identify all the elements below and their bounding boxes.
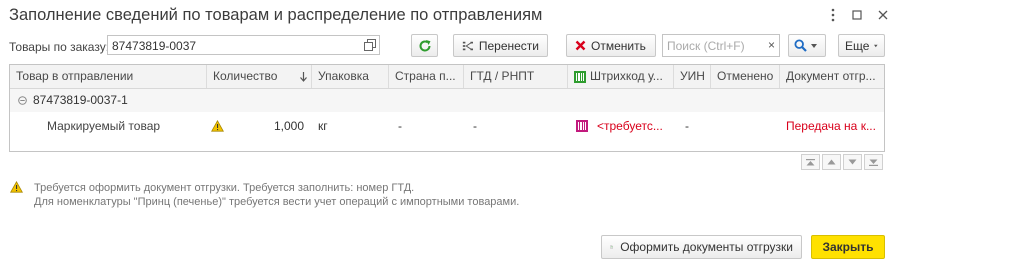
refresh-icon	[419, 39, 430, 51]
table-group-row[interactable]: 87473819-0037-1	[10, 89, 884, 112]
table-row[interactable]: Маркируемый товар 1,000 кг - - <требуетс…	[10, 115, 884, 138]
nav-first-button[interactable]	[801, 154, 820, 170]
message-line-2: Для номенклатуры "Принц (печенье)" требу…	[34, 196, 520, 208]
chevron-down-icon	[811, 43, 817, 48]
chevron-down-icon	[874, 44, 878, 47]
package-cell: кг	[318, 119, 328, 133]
transfer-button[interactable]: Перенести	[453, 34, 548, 57]
sort-down-icon	[300, 72, 307, 82]
col-document[interactable]: Документ отгр...	[780, 65, 884, 88]
cancel-label: Отменить	[591, 38, 646, 53]
goods-table[interactable]: Товар в отправлении Количество Упаковка …	[9, 64, 885, 152]
first-icon	[806, 158, 815, 165]
clear-search-icon[interactable]: ×	[768, 38, 775, 52]
barcode-status-icon	[576, 115, 588, 138]
cancel-x-icon	[575, 40, 586, 51]
goods-cell: Маркируемый товар	[47, 119, 161, 133]
col-country[interactable]: Страна п...	[389, 65, 464, 88]
message-line-1: Требуется оформить документ отгрузки. Тр…	[34, 182, 415, 194]
country-cell: -	[398, 119, 402, 133]
group-name: 87473819-0037-1	[33, 93, 128, 107]
create-shipping-docs-button[interactable]: Оформить документы отгрузки	[601, 235, 802, 259]
more-label: Еще	[845, 38, 870, 53]
order-value: 87473819-0037	[112, 39, 197, 53]
barcode-cell: <требуетс...	[597, 119, 663, 133]
nav-down-button[interactable]	[843, 154, 862, 170]
nav-up-button[interactable]	[822, 154, 841, 170]
document-cell[interactable]: Передача на к...	[786, 115, 876, 138]
search-icon	[794, 39, 807, 52]
cancel-button[interactable]: Отменить	[566, 34, 656, 57]
open-copy-icon[interactable]	[364, 39, 376, 51]
quantity-cell: 1,000	[273, 119, 304, 133]
barcode-icon	[574, 70, 586, 83]
search-input[interactable]	[665, 37, 765, 54]
transfer-icon	[462, 41, 473, 50]
message-warning-icon	[10, 180, 23, 196]
gtd-cell: -	[473, 119, 477, 133]
more-button[interactable]: Еще	[838, 34, 885, 57]
col-uin[interactable]: УИН	[674, 65, 711, 88]
transfer-label: Перенести	[478, 38, 539, 53]
last-icon	[869, 159, 878, 166]
search-button[interactable]	[788, 34, 826, 57]
table-header: Товар в отправлении Количество Упаковка …	[10, 65, 884, 89]
col-barcode[interactable]: Штрихкод у...	[568, 65, 674, 88]
collapse-icon[interactable]	[18, 89, 27, 112]
order-label: Товары по заказу:	[9, 40, 110, 54]
refresh-button[interactable]	[411, 34, 438, 57]
window-title: Заполнение сведений по товарам и распред…	[9, 6, 543, 24]
uin-cell: -	[685, 119, 689, 133]
col-goods[interactable]: Товар в отправлении	[10, 65, 207, 88]
col-cancelled[interactable]: Отменено	[711, 65, 780, 88]
close-button[interactable]: Закрыть	[811, 235, 885, 259]
maximize-icon[interactable]	[848, 6, 866, 24]
down-icon	[848, 159, 857, 165]
order-field[interactable]: 87473819-0037	[107, 35, 380, 55]
close-icon[interactable]	[874, 6, 892, 24]
document-create-icon	[610, 245, 613, 249]
warning-icon	[211, 115, 224, 138]
create-shipping-docs-label: Оформить документы отгрузки	[620, 240, 793, 254]
nav-last-button[interactable]	[864, 154, 883, 170]
up-icon	[827, 159, 836, 165]
search-field[interactable]: ×	[662, 34, 780, 57]
col-package[interactable]: Упаковка	[312, 65, 389, 88]
col-quantity[interactable]: Количество	[207, 65, 312, 88]
col-gtd[interactable]: ГТД / РНПТ	[464, 65, 568, 88]
close-label: Закрыть	[822, 240, 874, 254]
more-actions-icon[interactable]	[824, 6, 842, 24]
